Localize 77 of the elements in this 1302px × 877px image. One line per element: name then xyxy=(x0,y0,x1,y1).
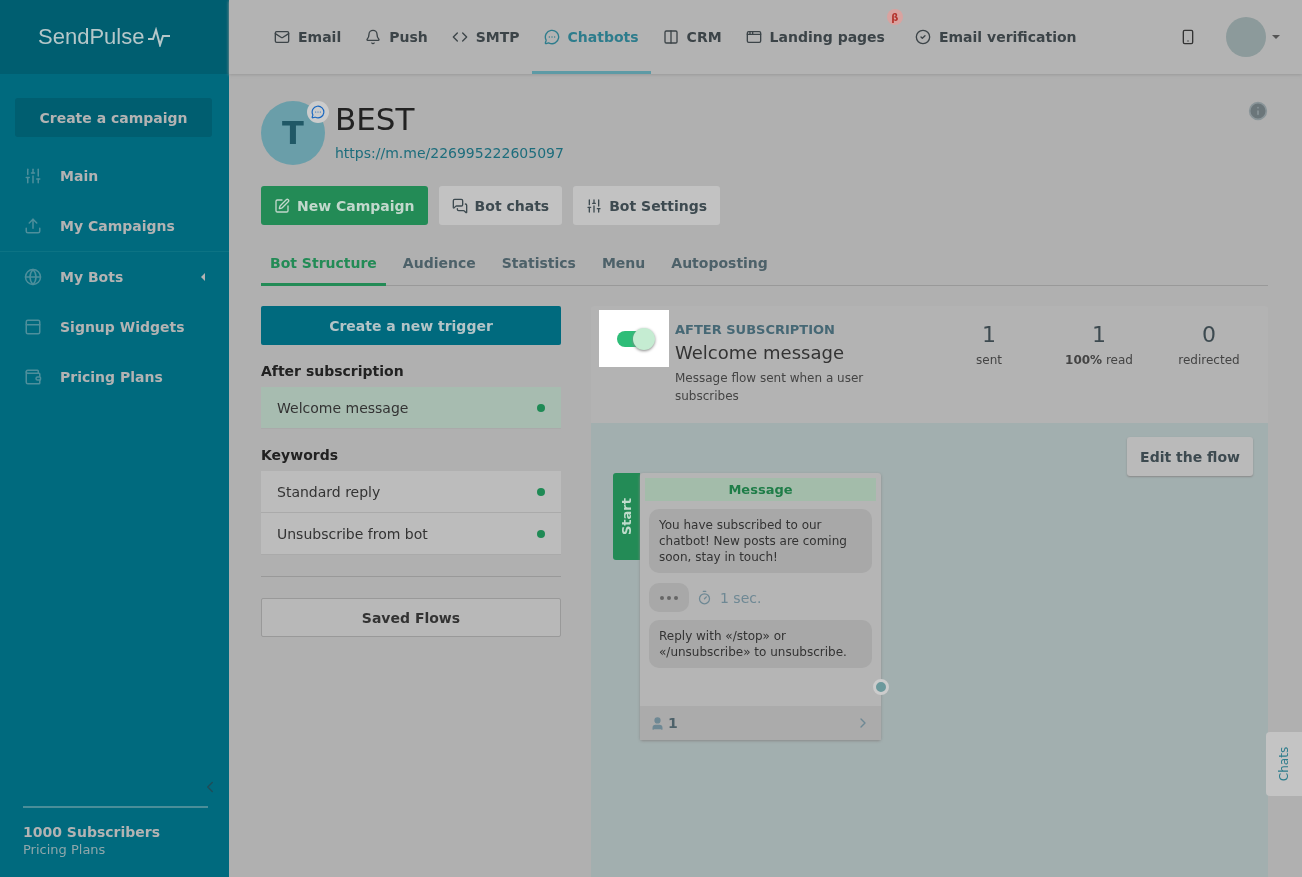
message-bubble: Reply with «/stop» or «/unsubscribe» to unsubscribe. xyxy=(649,620,872,668)
stopwatch-icon xyxy=(697,590,712,605)
trigger-category: AFTER SUBSCRIPTION xyxy=(675,322,836,337)
upload-icon xyxy=(24,217,42,235)
delay-text: 1 sec. xyxy=(720,589,762,606)
stat-value: 1 xyxy=(1092,322,1106,347)
bot-name: BEST xyxy=(335,104,416,135)
action-button[interactable]: Bot chats xyxy=(438,186,563,225)
code-icon xyxy=(451,29,468,45)
sidebar-item[interactable]: My Campaigns xyxy=(0,201,229,251)
nav-tab[interactable]: SMTP xyxy=(439,0,532,74)
subscriber-count: 1 xyxy=(668,715,679,731)
trigger-title: Welcome message xyxy=(675,342,845,363)
sidebar-item[interactable]: Pricing Plans xyxy=(0,352,229,402)
chats-icon xyxy=(451,197,468,214)
stat-value: 1 xyxy=(982,322,996,347)
wallet-icon xyxy=(24,368,42,386)
nav-tab[interactable]: Email xyxy=(262,0,354,74)
nav-tab[interactable]: Push xyxy=(353,0,440,74)
nav-tab[interactable]: Landing pages β xyxy=(733,0,903,74)
stat-label: 100% read xyxy=(1065,353,1133,367)
widget-icon xyxy=(24,318,42,336)
phone-icon[interactable] xyxy=(1180,29,1196,45)
pulse-icon xyxy=(148,27,171,47)
tab[interactable]: Menu xyxy=(592,245,655,286)
user-avatar[interactable] xyxy=(1226,17,1266,57)
tab[interactable]: Statistics xyxy=(492,245,585,286)
check-circle-icon xyxy=(914,29,931,45)
window-icon xyxy=(745,29,762,45)
chats-tab[interactable]: Chats xyxy=(1266,732,1302,796)
trigger-description: Message flow sent when a user subscribes xyxy=(675,370,865,405)
globe-icon xyxy=(24,268,42,286)
user-icon xyxy=(650,715,665,731)
sliders-icon xyxy=(24,167,42,185)
chat-bubble-icon xyxy=(543,29,560,45)
saved-flows-button[interactable]: Saved Flows xyxy=(261,598,561,637)
stat-value: 0 xyxy=(1202,322,1216,347)
action-button[interactable]: New Campaign xyxy=(261,186,428,225)
columns-icon xyxy=(662,29,679,45)
message-card[interactable]: Message You have subscribed to our chatbot! New posts are coming soon, stay in touch! 1 sec. Reply with «/stop» or «/unsubscribe» to unsubscribe. 1 xyxy=(640,473,881,740)
group-title: Keywords xyxy=(261,447,340,463)
subscribers-count: 1000 Subscribers xyxy=(23,824,161,840)
create-trigger-button[interactable]: Create a new trigger xyxy=(261,306,561,345)
typing-dots-icon xyxy=(649,583,689,612)
connector-port[interactable] xyxy=(873,679,889,695)
sidebar-item[interactable]: Signup Widgets xyxy=(0,302,229,352)
stat-label: sent xyxy=(976,353,1002,367)
action-button[interactable]: Bot Settings xyxy=(573,186,721,225)
start-label: Start xyxy=(613,473,640,560)
nav-tab[interactable]: CRM xyxy=(650,0,734,74)
bot-link[interactable]: https://m.me/226995222605097 xyxy=(335,145,564,161)
sidebar-item[interactable]: Main xyxy=(0,151,229,201)
message-bubble: You have subscribed to our chatbot! New posts are coming soon, stay in touch! xyxy=(649,509,872,573)
nav-tab[interactable]: Email verification xyxy=(902,0,1089,74)
tab[interactable]: Bot Structure xyxy=(261,245,386,286)
trigger-item[interactable]: Standard reply xyxy=(261,471,561,513)
tab[interactable]: Audience xyxy=(393,245,485,286)
nav-tab[interactable]: Chatbots xyxy=(531,0,651,74)
sidebar-item[interactable]: My Bots xyxy=(0,252,229,302)
edit-icon xyxy=(274,197,290,214)
stat-label: redirected xyxy=(1178,353,1240,367)
trigger-item[interactable]: Welcome message xyxy=(261,387,561,429)
beta-badge: β xyxy=(886,9,903,25)
sliders-icon xyxy=(586,197,603,214)
logo-text: SendPulse xyxy=(38,24,145,50)
bell-icon xyxy=(365,29,382,45)
messenger-icon xyxy=(307,101,329,123)
pricing-plans-link[interactable]: Pricing Plans xyxy=(23,842,208,857)
tab[interactable]: Autoposting xyxy=(662,245,777,286)
group-title: After subscription xyxy=(261,363,405,379)
caret-icon xyxy=(1272,35,1280,39)
create-campaign-button[interactable]: Create a campaign xyxy=(15,98,212,137)
info-icon[interactable] xyxy=(1248,101,1268,121)
card-title: Message xyxy=(645,478,876,501)
mail-icon xyxy=(274,29,290,45)
edit-flow-button[interactable]: Edit the flow xyxy=(1127,437,1253,476)
trigger-item[interactable]: Unsubscribe from bot xyxy=(261,513,561,555)
